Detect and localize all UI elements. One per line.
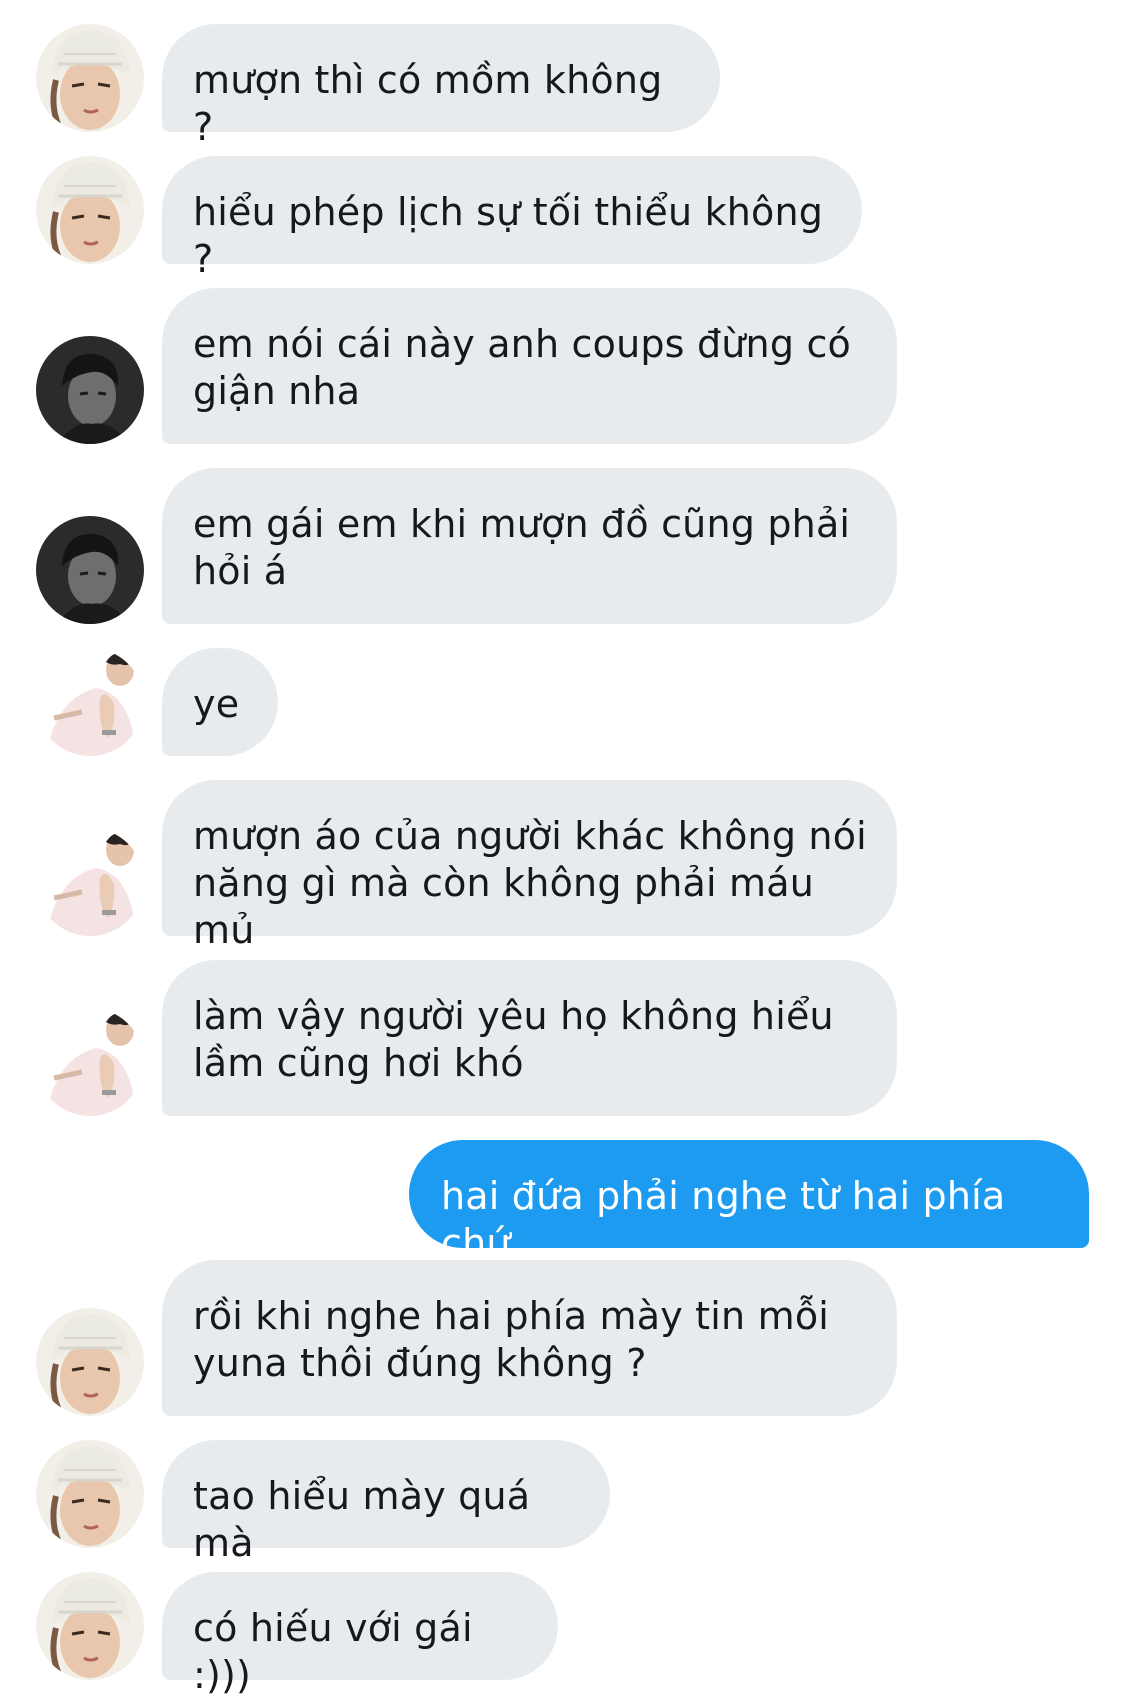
- avatar-beanie[interactable]: [36, 156, 144, 264]
- message-bubble[interactable]: rồi khi nghe hai phía mày tin mỗi yuna t…: [162, 1260, 897, 1416]
- message-row: hai đứa phải nghe từ hai phía chứ: [0, 1140, 1125, 1265]
- avatar-dark[interactable]: [36, 516, 144, 624]
- conversation-thread: mượn thì có mồm không ? hiểu phép lịch s…: [0, 0, 1125, 1697]
- message-row: ye: [0, 648, 1125, 756]
- message-bubble[interactable]: em nói cái này anh coups đừng có giận nh…: [162, 288, 897, 444]
- message-bubble[interactable]: có hiếu với gái :))): [162, 1572, 558, 1697]
- avatar-beanie[interactable]: [36, 1572, 144, 1680]
- avatar-pink[interactable]: [36, 828, 144, 936]
- avatar-beanie[interactable]: [36, 1308, 144, 1416]
- message-row: làm vậy người yêu họ không hiểu lầm cũng…: [0, 960, 1125, 1116]
- message-row: rồi khi nghe hai phía mày tin mỗi yuna t…: [0, 1260, 1125, 1416]
- avatar-beanie[interactable]: [36, 24, 144, 132]
- message-row: em gái em khi mượn đồ cũng phải hỏi á: [0, 468, 1125, 624]
- message-bubble[interactable]: em gái em khi mượn đồ cũng phải hỏi á: [162, 468, 897, 624]
- avatar-beanie[interactable]: [36, 1440, 144, 1548]
- message-row: mượn áo của người khác không nói năng gì…: [0, 780, 1125, 952]
- message-bubble[interactable]: làm vậy người yêu họ không hiểu lầm cũng…: [162, 960, 897, 1116]
- avatar-dark[interactable]: [36, 336, 144, 444]
- message-bubble[interactable]: mượn áo của người khác không nói năng gì…: [162, 780, 897, 952]
- message-row: tao hiểu mày quá mà: [0, 1440, 1125, 1565]
- message-row: hiểu phép lịch sự tối thiểu không ?: [0, 156, 1125, 281]
- message-bubble-sent[interactable]: hai đứa phải nghe từ hai phía chứ: [409, 1140, 1089, 1265]
- avatar-pink[interactable]: [36, 648, 144, 756]
- message-row: có hiếu với gái :))): [0, 1572, 1125, 1697]
- message-bubble[interactable]: ye: [162, 648, 278, 756]
- message-bubble[interactable]: mượn thì có mồm không ?: [162, 24, 720, 149]
- avatar-pink[interactable]: [36, 1008, 144, 1116]
- message-row: mượn thì có mồm không ?: [0, 24, 1125, 149]
- message-bubble[interactable]: hiểu phép lịch sự tối thiểu không ?: [162, 156, 862, 281]
- message-bubble[interactable]: tao hiểu mày quá mà: [162, 1440, 610, 1565]
- message-row: em nói cái này anh coups đừng có giận nh…: [0, 288, 1125, 444]
